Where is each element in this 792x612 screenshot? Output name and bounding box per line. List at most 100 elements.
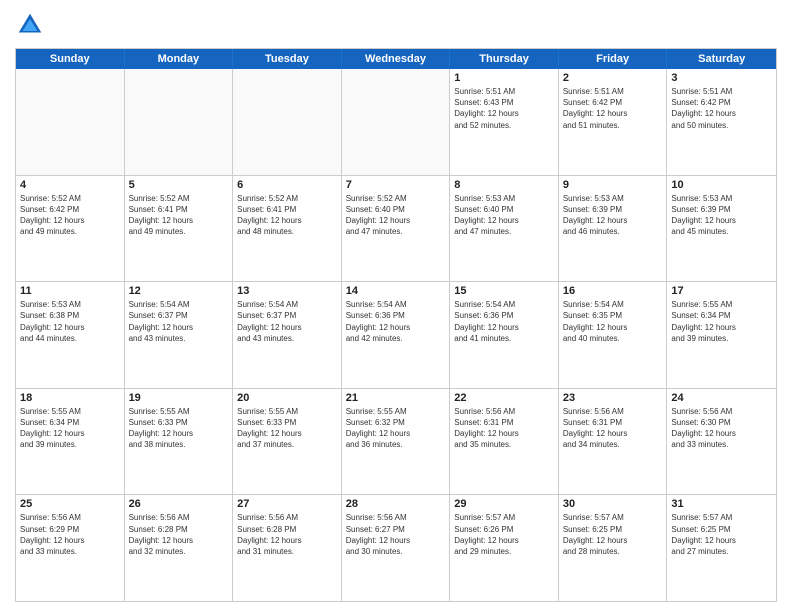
calendar-cell: 24 Sunrise: 5:56 AMSunset: 6:30 PMDayligh… bbox=[667, 389, 776, 495]
header-day-saturday: Saturday bbox=[667, 49, 776, 69]
header-day-wednesday: Wednesday bbox=[342, 49, 451, 69]
cell-info: Sunrise: 5:56 AMSunset: 6:27 PMDaylight:… bbox=[346, 512, 446, 557]
calendar-cell: 14Sunrise: 5:54 AMSunset: 6:36 PMDayligh… bbox=[342, 282, 451, 388]
calendar-cell: 25 Sunrise: 5:56 AMSunset: 6:29 PMDayligh… bbox=[16, 495, 125, 601]
header-day-tuesday: Tuesday bbox=[233, 49, 342, 69]
day-number: 22 bbox=[454, 392, 554, 404]
cell-info: Sunrise: 5:53 AMSunset: 6:38 PMDaylight:… bbox=[20, 299, 120, 344]
cell-info: Sunrise: 5:54 AMSunset: 6:35 PMDaylight:… bbox=[563, 299, 663, 344]
cell-info: Sunrise: 5:53 AMSunset: 6:40 PMDaylight:… bbox=[454, 193, 554, 238]
calendar-row-1: 4 Sunrise: 5:52 AMSunset: 6:42 PMDaylight… bbox=[16, 175, 776, 282]
cell-info: Sunrise: 5:57 AMSunset: 6:25 PMDaylight:… bbox=[563, 512, 663, 557]
calendar-body: 1 Sunrise: 5:51 AMSunset: 6:43 PMDaylight… bbox=[16, 69, 776, 601]
calendar-cell: 9Sunrise: 5:53 AMSunset: 6:39 PMDaylight… bbox=[559, 176, 668, 282]
calendar: SundayMondayTuesdayWednesdayThursdayFrid… bbox=[15, 48, 777, 602]
calendar-cell: 19 Sunrise: 5:55 AMSunset: 6:33 PMDayligh… bbox=[125, 389, 234, 495]
calendar-row-0: 1 Sunrise: 5:51 AMSunset: 6:43 PMDaylight… bbox=[16, 69, 776, 175]
cell-info: Sunrise: 5:54 AMSunset: 6:36 PMDaylight:… bbox=[454, 299, 554, 344]
header-day-sunday: Sunday bbox=[16, 49, 125, 69]
calendar-cell: 16Sunrise: 5:54 AMSunset: 6:35 PMDayligh… bbox=[559, 282, 668, 388]
calendar-cell bbox=[233, 69, 342, 175]
cell-info: Sunrise: 5:51 AMSunset: 6:43 PMDaylight:… bbox=[454, 86, 554, 131]
cell-info: Sunrise: 5:56 AMSunset: 6:30 PMDaylight:… bbox=[671, 406, 772, 451]
day-number: 28 bbox=[346, 498, 446, 510]
calendar-cell: 30 Sunrise: 5:57 AMSunset: 6:25 PMDayligh… bbox=[559, 495, 668, 601]
cell-info: Sunrise: 5:56 AMSunset: 6:28 PMDaylight:… bbox=[129, 512, 229, 557]
calendar-cell: 11 Sunrise: 5:53 AMSunset: 6:38 PMDayligh… bbox=[16, 282, 125, 388]
cell-info: Sunrise: 5:52 AMSunset: 6:42 PMDaylight:… bbox=[20, 193, 120, 238]
calendar-cell: 13 Sunrise: 5:54 AMSunset: 6:37 PMDayligh… bbox=[233, 282, 342, 388]
calendar-cell bbox=[125, 69, 234, 175]
day-number: 12 bbox=[129, 285, 229, 297]
cell-info: Sunrise: 5:53 AMSunset: 6:39 PMDaylight:… bbox=[563, 193, 663, 238]
day-number: 5 bbox=[129, 179, 229, 191]
calendar-cell: 15 Sunrise: 5:54 AMSunset: 6:36 PMDayligh… bbox=[450, 282, 559, 388]
calendar-row-2: 11 Sunrise: 5:53 AMSunset: 6:38 PMDayligh… bbox=[16, 281, 776, 388]
calendar-cell: 26Sunrise: 5:56 AMSunset: 6:28 PMDayligh… bbox=[125, 495, 234, 601]
calendar-cell bbox=[342, 69, 451, 175]
day-number: 30 bbox=[563, 498, 663, 510]
cell-info: Sunrise: 5:56 AMSunset: 6:31 PMDaylight:… bbox=[454, 406, 554, 451]
day-number: 24 bbox=[671, 392, 772, 404]
day-number: 1 bbox=[454, 72, 554, 84]
day-number: 31 bbox=[671, 498, 772, 510]
header-day-monday: Monday bbox=[125, 49, 234, 69]
day-number: 13 bbox=[237, 285, 337, 297]
day-number: 7 bbox=[346, 179, 446, 191]
calendar-cell: 22 Sunrise: 5:56 AMSunset: 6:31 PMDayligh… bbox=[450, 389, 559, 495]
calendar-cell: 12 Sunrise: 5:54 AMSunset: 6:37 PMDayligh… bbox=[125, 282, 234, 388]
day-number: 19 bbox=[129, 392, 229, 404]
calendar-cell: 27 Sunrise: 5:56 AMSunset: 6:28 PMDayligh… bbox=[233, 495, 342, 601]
day-number: 29 bbox=[454, 498, 554, 510]
calendar-cell: 7 Sunrise: 5:52 AMSunset: 6:40 PMDaylight… bbox=[342, 176, 451, 282]
calendar-cell: 17Sunrise: 5:55 AMSunset: 6:34 PMDayligh… bbox=[667, 282, 776, 388]
calendar-row-3: 18Sunrise: 5:55 AMSunset: 6:34 PMDayligh… bbox=[16, 388, 776, 495]
cell-info: Sunrise: 5:53 AMSunset: 6:39 PMDaylight:… bbox=[671, 193, 772, 238]
header-day-thursday: Thursday bbox=[450, 49, 559, 69]
cell-info: Sunrise: 5:52 AMSunset: 6:40 PMDaylight:… bbox=[346, 193, 446, 238]
calendar-cell: 4 Sunrise: 5:52 AMSunset: 6:42 PMDaylight… bbox=[16, 176, 125, 282]
calendar-cell: 23 Sunrise: 5:56 AMSunset: 6:31 PMDayligh… bbox=[559, 389, 668, 495]
day-number: 4 bbox=[20, 179, 120, 191]
calendar-cell: 29 Sunrise: 5:57 AMSunset: 6:26 PMDayligh… bbox=[450, 495, 559, 601]
day-number: 15 bbox=[454, 285, 554, 297]
cell-info: Sunrise: 5:52 AMSunset: 6:41 PMDaylight:… bbox=[237, 193, 337, 238]
calendar-cell: 3Sunrise: 5:51 AMSunset: 6:42 PMDaylight… bbox=[667, 69, 776, 175]
cell-info: Sunrise: 5:51 AMSunset: 6:42 PMDaylight:… bbox=[671, 86, 772, 131]
page: SundayMondayTuesdayWednesdayThursdayFrid… bbox=[0, 0, 792, 612]
calendar-cell: 31 Sunrise: 5:57 AMSunset: 6:25 PMDayligh… bbox=[667, 495, 776, 601]
day-number: 6 bbox=[237, 179, 337, 191]
cell-info: Sunrise: 5:56 AMSunset: 6:29 PMDaylight:… bbox=[20, 512, 120, 557]
calendar-row-4: 25 Sunrise: 5:56 AMSunset: 6:29 PMDayligh… bbox=[16, 494, 776, 601]
cell-info: Sunrise: 5:54 AMSunset: 6:36 PMDaylight:… bbox=[346, 299, 446, 344]
cell-info: Sunrise: 5:56 AMSunset: 6:31 PMDaylight:… bbox=[563, 406, 663, 451]
cell-info: Sunrise: 5:57 AMSunset: 6:26 PMDaylight:… bbox=[454, 512, 554, 557]
day-number: 20 bbox=[237, 392, 337, 404]
day-number: 25 bbox=[20, 498, 120, 510]
calendar-cell: 21Sunrise: 5:55 AMSunset: 6:32 PMDayligh… bbox=[342, 389, 451, 495]
cell-info: Sunrise: 5:55 AMSunset: 6:33 PMDaylight:… bbox=[237, 406, 337, 451]
cell-info: Sunrise: 5:54 AMSunset: 6:37 PMDaylight:… bbox=[129, 299, 229, 344]
calendar-cell: 10Sunrise: 5:53 AMSunset: 6:39 PMDayligh… bbox=[667, 176, 776, 282]
calendar-header: SundayMondayTuesdayWednesdayThursdayFrid… bbox=[16, 49, 776, 69]
cell-info: Sunrise: 5:51 AMSunset: 6:42 PMDaylight:… bbox=[563, 86, 663, 131]
day-number: 17 bbox=[671, 285, 772, 297]
header bbox=[15, 10, 777, 40]
day-number: 11 bbox=[20, 285, 120, 297]
cell-info: Sunrise: 5:55 AMSunset: 6:32 PMDaylight:… bbox=[346, 406, 446, 451]
day-number: 27 bbox=[237, 498, 337, 510]
calendar-cell: 28 Sunrise: 5:56 AMSunset: 6:27 PMDayligh… bbox=[342, 495, 451, 601]
day-number: 23 bbox=[563, 392, 663, 404]
cell-info: Sunrise: 5:57 AMSunset: 6:25 PMDaylight:… bbox=[671, 512, 772, 557]
day-number: 8 bbox=[454, 179, 554, 191]
cell-info: Sunrise: 5:55 AMSunset: 6:33 PMDaylight:… bbox=[129, 406, 229, 451]
calendar-cell: 18Sunrise: 5:55 AMSunset: 6:34 PMDayligh… bbox=[16, 389, 125, 495]
header-day-friday: Friday bbox=[559, 49, 668, 69]
logo bbox=[15, 10, 49, 40]
calendar-cell: 8 Sunrise: 5:53 AMSunset: 6:40 PMDaylight… bbox=[450, 176, 559, 282]
calendar-cell bbox=[16, 69, 125, 175]
calendar-cell: 2Sunrise: 5:51 AMSunset: 6:42 PMDaylight… bbox=[559, 69, 668, 175]
cell-info: Sunrise: 5:54 AMSunset: 6:37 PMDaylight:… bbox=[237, 299, 337, 344]
calendar-cell: 5Sunrise: 5:52 AMSunset: 6:41 PMDaylight… bbox=[125, 176, 234, 282]
cell-info: Sunrise: 5:56 AMSunset: 6:28 PMDaylight:… bbox=[237, 512, 337, 557]
